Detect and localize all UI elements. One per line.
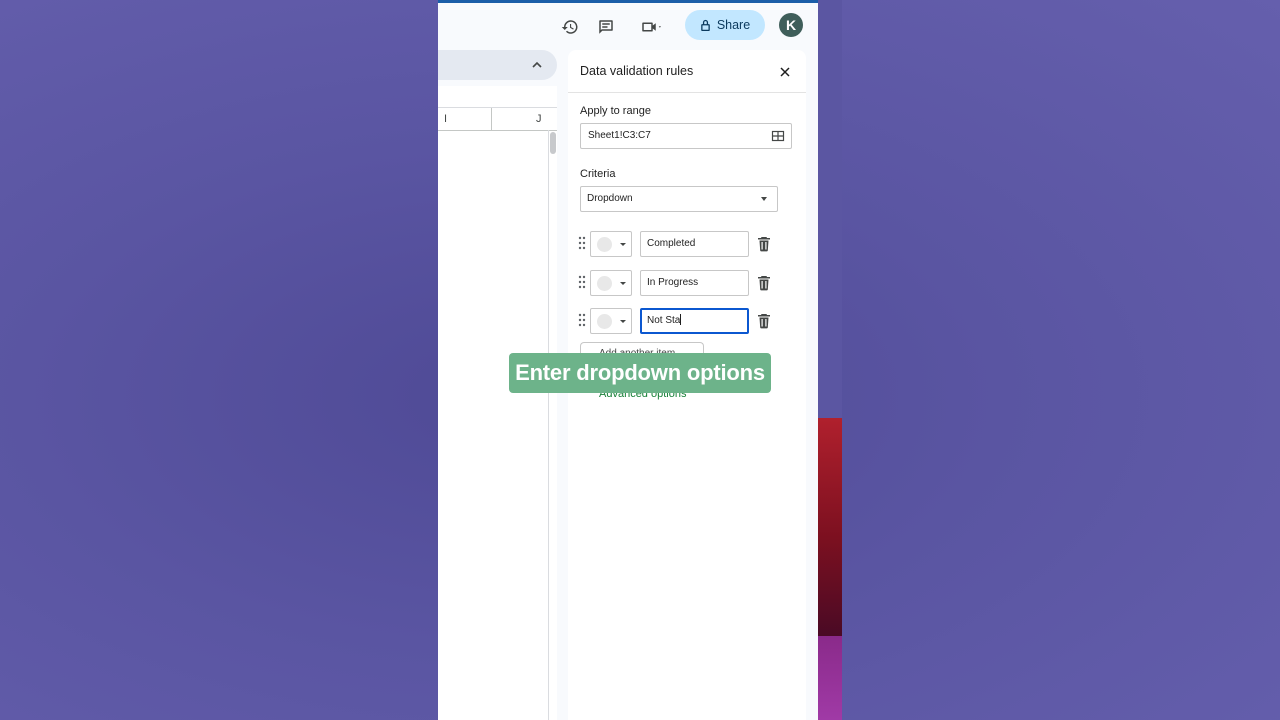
column-header-row: I J	[438, 107, 557, 131]
apply-range-label: Apply to range	[580, 105, 651, 117]
option-input-active[interactable]: Not Sta	[640, 308, 749, 334]
range-input[interactable]: Sheet1!C3:C7	[580, 123, 792, 149]
option-color-button[interactable]	[590, 270, 632, 296]
grid-select-icon[interactable]	[771, 129, 785, 143]
drag-handle-icon[interactable]	[578, 313, 586, 327]
caret-down-icon	[761, 197, 767, 201]
criteria-select[interactable]: Dropdown	[580, 186, 778, 212]
background-accent	[818, 418, 842, 636]
option-input[interactable]: Completed	[640, 231, 749, 257]
drag-handle-icon[interactable]	[578, 275, 586, 289]
dropdown-option-row: Not Sta	[578, 308, 778, 334]
color-swatch	[597, 237, 612, 252]
caret-down-icon	[620, 282, 626, 285]
caret-down-icon	[620, 320, 626, 323]
comment-icon[interactable]	[594, 15, 618, 39]
column-header-j[interactable]: J	[536, 108, 542, 130]
grid-scroll-track	[548, 130, 549, 720]
option-color-button[interactable]	[590, 308, 632, 334]
grid-scrollbar[interactable]	[550, 132, 556, 154]
meet-icon[interactable]	[635, 15, 669, 39]
option-input-text: Not Sta	[647, 315, 681, 326]
history-icon[interactable]	[558, 15, 582, 39]
dropdown-option-row: In Progress	[578, 270, 778, 296]
column-divider	[491, 108, 492, 130]
trash-icon[interactable]	[757, 236, 771, 252]
caption-overlay: Enter dropdown options	[509, 353, 771, 393]
panel-title: Data validation rules	[580, 64, 694, 78]
lock-icon	[701, 19, 710, 31]
top-toolbar: Share K	[438, 3, 818, 49]
color-swatch	[597, 276, 612, 291]
trash-icon[interactable]	[757, 275, 771, 291]
option-input[interactable]: In Progress	[640, 270, 749, 296]
option-color-button[interactable]	[590, 231, 632, 257]
share-label: Share	[716, 18, 751, 32]
range-value: Sheet1!C3:C7	[588, 130, 651, 141]
background-accent-lower	[818, 636, 842, 720]
drag-handle-icon[interactable]	[578, 236, 586, 250]
close-icon[interactable]	[777, 64, 793, 80]
criteria-label: Criteria	[580, 168, 616, 180]
chevron-up-icon[interactable]	[530, 58, 544, 72]
criteria-value: Dropdown	[587, 193, 633, 204]
dropdown-option-row: Completed	[578, 231, 778, 257]
column-header-i[interactable]: I	[444, 108, 447, 130]
trash-icon[interactable]	[757, 313, 771, 329]
background-strip	[818, 0, 842, 418]
color-swatch	[597, 314, 612, 329]
spreadsheet-grid: I J	[438, 86, 557, 720]
avatar[interactable]: K	[779, 13, 803, 37]
menu-collapse-bar	[438, 50, 557, 80]
text-cursor	[680, 314, 682, 325]
share-button[interactable]: Share	[685, 10, 765, 40]
caret-down-icon	[620, 243, 626, 246]
panel-divider	[568, 92, 806, 93]
